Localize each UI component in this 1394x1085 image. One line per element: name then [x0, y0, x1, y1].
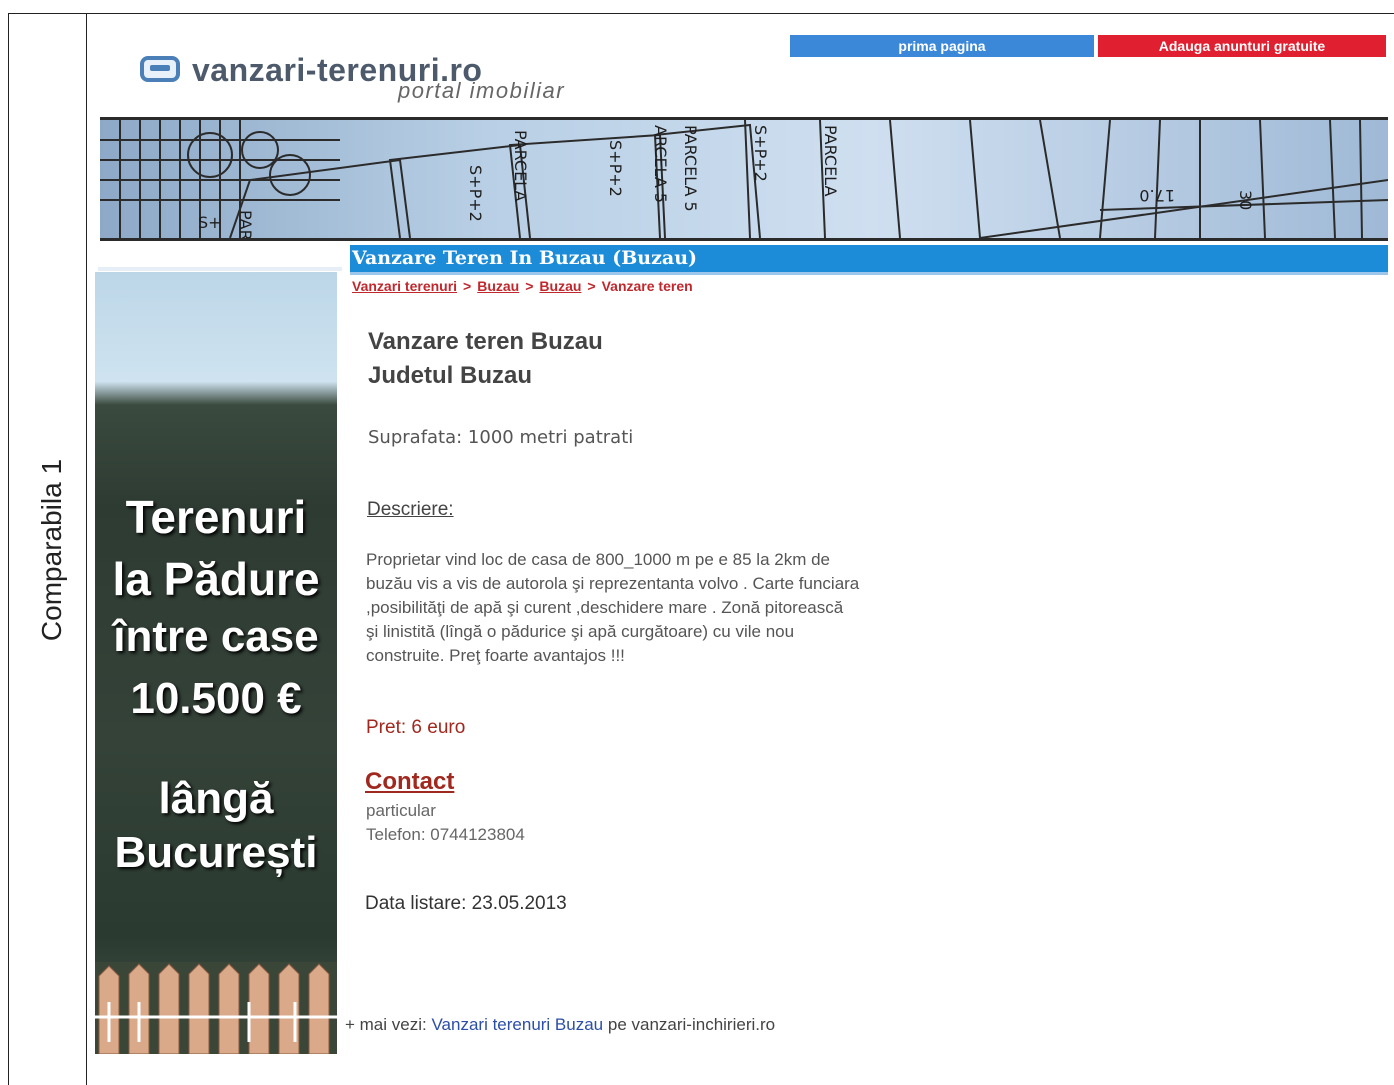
logo-subtext: portal imobiliar — [398, 78, 566, 103]
banner-label-11: 30 — [1236, 190, 1255, 210]
header-banner: S+ PARC S+P+2 PARCELA S+P+2 ARCELA 5 PAR… — [100, 117, 1388, 241]
breadcrumb-current: Vanzare teren — [601, 278, 693, 294]
listing-date: Data listare: 23.05.2013 — [365, 893, 567, 914]
surface-area: Suprafata: 1000 metri patrati — [368, 427, 634, 448]
see-more-link[interactable]: Vanzari terenuri Buzau — [431, 1015, 603, 1034]
contact-type: particular — [366, 801, 436, 820]
banner-label-2: PARC — [236, 210, 255, 238]
price: Pret: 6 euro — [366, 717, 466, 738]
banner-label-3: S+P+2 — [466, 165, 485, 222]
ad-line-2: la Pădure — [112, 553, 320, 605]
listing-subheading: Judetul Buzau — [368, 362, 533, 389]
frame-left-border — [8, 13, 9, 1085]
banner-label-5: S+P+2 — [606, 140, 625, 197]
breadcrumb: Vanzari terenuri > Buzau > Buzau > Vanzare ter… — [352, 278, 693, 294]
banner-label-4: PARCELA — [511, 130, 530, 201]
ad-line-4: 10.500 € — [130, 674, 302, 723]
ad-line-6: București — [114, 828, 318, 877]
see-more: + mai vezi: Vanzari terenuri Buzau pe va… — [345, 1015, 775, 1035]
description-line: ,posibilităţi de apă şi curent ,deschide… — [366, 598, 844, 617]
breadcrumb-link-buzau-2[interactable]: Buzau — [539, 278, 581, 294]
listing-title: Vanzare Teren In Buzau (Buzau) — [352, 247, 697, 269]
frame-top-border — [8, 13, 1394, 14]
nav-home-button[interactable]: prima pagina — [790, 35, 1094, 57]
nav-add-ads-button[interactable]: Adauga anunturi gratuite — [1098, 35, 1386, 57]
banner-label-9: PARCELA — [821, 125, 840, 196]
description-line: Proprietar vind loc de casa de 800_1000 … — [366, 550, 831, 569]
side-advertisement[interactable]: Terenuri la Pădure între case 10.500 € l… — [95, 272, 337, 1054]
breadcrumb-separator: > — [587, 278, 596, 294]
frame-divider — [86, 13, 87, 1085]
contact-link[interactable]: Contact — [365, 768, 454, 796]
phone-number: Telefon: 0744123804 — [366, 825, 525, 844]
banner-label-10: 17.0 — [1139, 186, 1175, 205]
see-more-prefix: + mai vezi: — [345, 1015, 427, 1034]
side-label: Comparabila 1 — [36, 458, 67, 642]
see-more-suffix: pe vanzari-inchirieri.ro — [607, 1015, 776, 1034]
banner-plan-drawing: S+ PARC S+P+2 PARCELA S+P+2 ARCELA 5 PAR… — [100, 120, 1388, 238]
banner-label-7: PARCELA 5 — [681, 125, 700, 212]
fence-illustration — [95, 962, 337, 1054]
listing-heading: Vanzare teren Buzau — [368, 328, 603, 355]
logo-icon — [140, 56, 180, 82]
ad-line-1: Terenuri — [125, 491, 307, 543]
listing-title-bar: Vanzare Teren In Buzau (Buzau) — [350, 245, 1388, 275]
left-column-heading: Buzau — [98, 243, 342, 271]
breadcrumb-link-vanzari-terenuri[interactable]: Vanzari terenuri — [352, 278, 457, 294]
banner-label-6: ARCELA 5 — [651, 125, 670, 203]
left-heading-text: Buzau — [100, 247, 139, 262]
description-line: construite. Preţ foarte avantajos !!! — [366, 646, 625, 665]
description-line: şi linistită (lîngă o pădurice şi apă cu… — [366, 622, 795, 641]
ad-line-3: între case — [113, 612, 319, 661]
description-line: buzău vis a vis de autorola şi reprezent… — [366, 574, 860, 593]
ad-line-5: lângă — [158, 774, 274, 823]
banner-label-8: S+P+2 — [751, 125, 770, 182]
description-label: Descriere: — [367, 499, 454, 520]
breadcrumb-separator: > — [525, 278, 534, 294]
banner-label-1: S+ — [198, 213, 222, 232]
breadcrumb-separator: > — [463, 278, 472, 294]
breadcrumb-link-buzau-1[interactable]: Buzau — [477, 278, 519, 294]
